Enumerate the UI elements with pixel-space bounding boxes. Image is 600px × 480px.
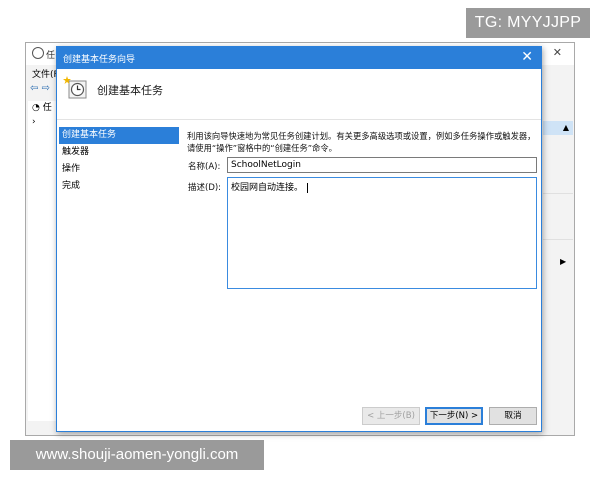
description-text: 校园网自动连接。 — [231, 183, 304, 193]
watermark-top: TG: MYYJJPP — [466, 8, 590, 38]
next-button[interactable]: 下一步(N) > — [425, 407, 483, 425]
name-label: 名称(A): — [188, 162, 221, 172]
clock-small-icon: ◔ — [32, 103, 40, 113]
task-wizard-icon — [63, 76, 87, 99]
background-close-icon[interactable]: ✕ — [553, 46, 562, 59]
dialog-title: 创建基本任务向导 — [63, 55, 136, 65]
name-input[interactable] — [227, 157, 537, 173]
background-title: 任 — [46, 51, 56, 61]
dialog-title-bar: 创建基本任务向导 ✕ — [57, 47, 541, 69]
collapse-up-icon[interactable]: ▲ — [563, 123, 569, 132]
step-finish[interactable]: 完成 — [59, 178, 179, 195]
actions-divider — [543, 239, 573, 240]
close-icon[interactable]: ✕ — [521, 49, 533, 65]
step-trigger[interactable]: 触发器 — [59, 144, 179, 161]
actions-divider — [543, 193, 573, 194]
tree-toggle-icon[interactable]: › — [28, 115, 58, 129]
step-create-basic-task[interactable]: 创建基本任务 — [59, 127, 179, 144]
step-action[interactable]: 操作 — [59, 161, 179, 178]
description-label: 描述(D): — [188, 183, 222, 193]
description-textarea[interactable]: 校园网自动连接。 — [227, 177, 537, 289]
background-nav-arrows-icon[interactable]: ⇦ ⇨ — [30, 83, 50, 94]
tree-item-root[interactable]: ◔ 任 — [28, 101, 58, 115]
back-button[interactable]: < 上一步(B) — [362, 407, 420, 425]
background-menu-file[interactable]: 文件(F — [32, 67, 59, 80]
submenu-arrow-icon[interactable]: ▶ — [560, 257, 566, 266]
text-caret — [307, 182, 309, 193]
wizard-header: 创建基本任务 — [57, 69, 541, 120]
create-basic-task-dialog: 创建基本任务向导 ✕ 创建基本任务 创建基本任务 触发器 操作 完成 利用该向导… — [56, 46, 542, 432]
watermark-bottom: www.shouji-aomen-yongli.com — [10, 440, 264, 470]
cancel-button[interactable]: 取消 — [489, 407, 537, 425]
wizard-steps: 创建基本任务 触发器 操作 完成 — [59, 127, 179, 195]
wizard-heading: 创建基本任务 — [97, 84, 163, 97]
wizard-intro-text: 利用该向导快速地为常见任务创建计划。有关更多高级选项或设置，例如多任务操作或触发… — [187, 131, 536, 153]
clock-icon — [32, 47, 44, 59]
actions-pane-header[interactable]: ▲ — [543, 121, 573, 135]
background-tree-pane: ◔ 任 › — [28, 101, 59, 421]
